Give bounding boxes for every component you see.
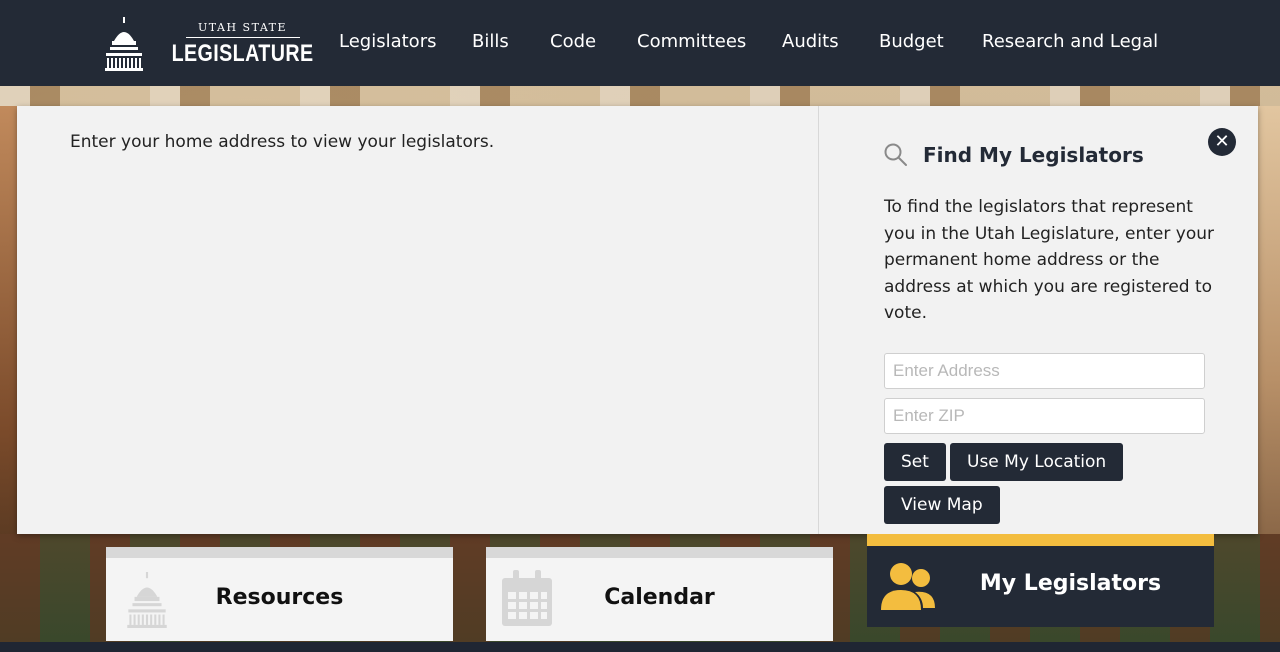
nav-research-and-legal[interactable]: Research and Legal	[982, 31, 1158, 52]
address-input[interactable]	[884, 353, 1205, 389]
site-logo[interactable]: UTAH STATE LEGISLATURE	[104, 16, 329, 72]
site-header: UTAH STATE LEGISLATURE Legislators Bills…	[0, 0, 1280, 86]
address-instruction: Enter your home address to view your leg…	[70, 132, 495, 152]
capitol-dome-icon	[105, 17, 143, 71]
set-button[interactable]: Set	[884, 443, 946, 481]
logo-subtitle: UTAH STATE	[185, 21, 300, 38]
close-button[interactable]: ✕	[1208, 128, 1236, 156]
find-legislators-panel: Enter your home address to view your leg…	[17, 106, 1258, 534]
finder-description: To find the legislators that represent y…	[884, 197, 1214, 323]
calendar-label: Calendar	[604, 585, 715, 610]
logo-text: UTAH STATE LEGISLATURE	[156, 21, 329, 68]
search-icon	[884, 143, 907, 166]
calendar-tile[interactable]: Calendar	[486, 547, 833, 641]
background-columns	[0, 86, 1280, 106]
nav-legislators[interactable]: Legislators	[339, 31, 436, 52]
finder-heading: Find My Legislators	[883, 142, 1144, 168]
nav-budget[interactable]: Budget	[879, 31, 944, 52]
logo-title: LEGISLATURE	[171, 39, 314, 67]
my-legislators-tile[interactable]: My Legislators	[867, 534, 1214, 627]
resources-tile[interactable]: Resources	[106, 547, 453, 641]
map-area: Enter your home address to view your leg…	[17, 106, 818, 534]
resources-label: Resources	[215, 585, 344, 610]
nav-audits[interactable]: Audits	[782, 31, 839, 52]
nav-bills[interactable]: Bills	[472, 31, 509, 52]
use-my-location-button[interactable]: Use My Location	[950, 443, 1124, 481]
finder-title: Find My Legislators	[923, 143, 1144, 167]
nav-code[interactable]: Code	[550, 31, 596, 52]
nav-committees[interactable]: Committees	[637, 31, 746, 52]
zip-input[interactable]	[884, 398, 1205, 434]
bottom-bar	[0, 642, 1280, 652]
finder-sidebar: ✕ Find My Legislators To find the legisl…	[819, 106, 1258, 534]
view-map-button[interactable]: View Map	[884, 486, 1000, 524]
my-legislators-label: My Legislators	[979, 571, 1162, 596]
